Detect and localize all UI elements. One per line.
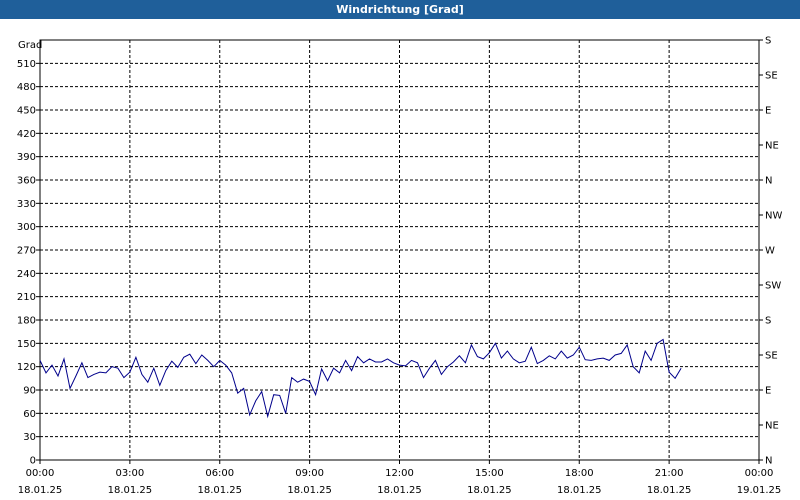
y-tick-label: 210 [17, 292, 36, 303]
x-tick-date: 18.01.25 [287, 485, 332, 496]
y-tick-label: 360 [17, 176, 36, 187]
x-tick-date: 18.01.25 [647, 485, 692, 496]
x-tick-time: 03:00 [115, 468, 144, 479]
y-right-tick-label: SE [765, 71, 778, 82]
y-tick-label: 330 [17, 199, 36, 210]
y-right-tick-label: E [765, 106, 771, 117]
x-tick-date: 18.01.25 [108, 485, 153, 496]
y-right-tick-label: N [765, 176, 772, 187]
x-axis: 00:00 18.01.25 03:00 18.01.25 06:00 18.01.25 0… [18, 460, 782, 496]
y-right-tick-label: S [765, 316, 771, 327]
y-tick-label: 450 [17, 106, 36, 117]
y-axis-right: N NE E SE S SW W NW N NE E SE S [759, 36, 782, 467]
y-tick-label: 300 [17, 222, 36, 233]
y-right-tick-label: SE [765, 351, 778, 362]
x-tick-time: 06:00 [205, 468, 234, 479]
wind-direction-chart: Grad 0 30 60 90 120 150 180 210 240 270 300 330 360 3… [17, 36, 783, 497]
y-axis-left: 0 30 60 90 120 150 180 210 240 270 300 330 360 390 420… [17, 59, 40, 467]
x-tick-time: 00:00 [745, 468, 774, 479]
y-axis-label: Grad [18, 40, 42, 51]
y-tick-label: 420 [17, 129, 36, 140]
y-tick-label: 510 [17, 59, 36, 70]
x-tick-time: 12:00 [385, 468, 414, 479]
y-right-tick-label: S [765, 36, 771, 47]
y-tick-label: 270 [17, 246, 36, 257]
y-tick-label: 90 [23, 386, 36, 397]
x-tick-date: 18.01.25 [557, 485, 602, 496]
y-right-tick-label: NE [765, 421, 779, 432]
y-right-tick-label: E [765, 386, 771, 397]
series-line [39, 338, 682, 419]
x-tick-time: 15:00 [475, 468, 504, 479]
x-tick-date: 18.01.25 [18, 485, 63, 496]
grid-lines [40, 40, 759, 460]
x-tick-date: 18.01.25 [197, 485, 242, 496]
y-tick-label: 180 [17, 316, 36, 327]
x-tick-time: 09:00 [295, 468, 324, 479]
y-tick-label: 480 [17, 82, 36, 93]
x-tick-time: 00:00 [26, 468, 55, 479]
y-right-tick-label: NW [765, 211, 782, 222]
y-tick-label: 390 [17, 152, 36, 163]
y-tick-label: 240 [17, 269, 36, 280]
y-tick-label: 30 [23, 432, 36, 443]
x-tick-time: 18:00 [565, 468, 594, 479]
y-right-tick-label: SW [765, 281, 781, 292]
x-tick-date: 19.01.25 [737, 485, 782, 496]
x-tick-date: 18.01.25 [377, 485, 422, 496]
y-tick-label: 0 [30, 456, 36, 467]
x-tick-date: 18.01.25 [467, 485, 512, 496]
y-tick-label: 120 [17, 362, 36, 373]
y-tick-label: 150 [17, 339, 36, 350]
y-right-tick-label: W [765, 246, 775, 257]
y-tick-label: 60 [23, 409, 36, 420]
y-right-tick-label: NE [765, 141, 779, 152]
x-tick-time: 21:00 [655, 468, 684, 479]
y-right-tick-label: N [765, 456, 772, 467]
